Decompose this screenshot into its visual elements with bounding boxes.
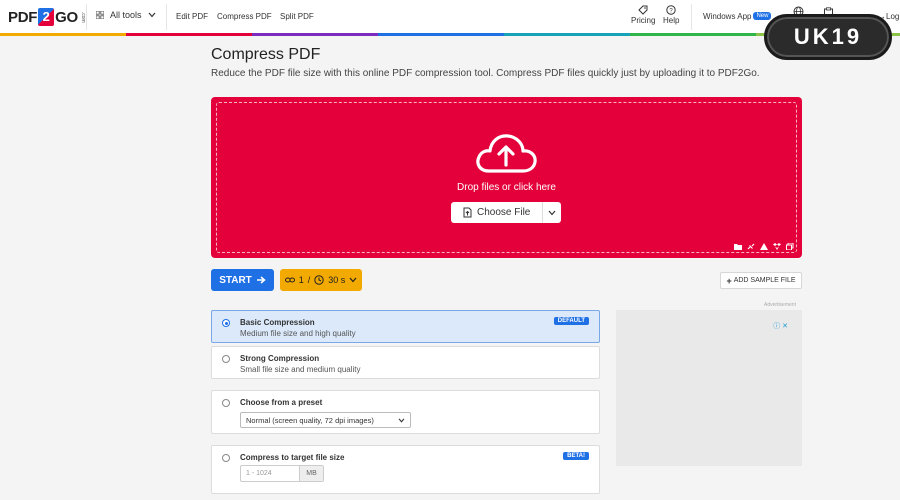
folder-icon[interactable] (734, 243, 742, 250)
add-sample-file-button[interactable]: + ADD SAMPLE FILE (720, 272, 802, 289)
nav-divider (86, 4, 87, 30)
beta-badge: BETA! (563, 452, 589, 460)
option-basic-compression[interactable]: Basic Compression Medium file size and h… (211, 310, 600, 343)
target-size-placeholder: 1 - 1024 (246, 470, 272, 477)
separator-slash: / (307, 275, 311, 285)
copy-icon[interactable] (786, 243, 794, 250)
ad-close-icon[interactable]: ⓘ ✕ (773, 321, 788, 331)
advertisement-label: Advertisement (764, 302, 796, 308)
pricing-label: Pricing (631, 16, 656, 25)
all-tools-dropdown[interactable]: All tools (96, 10, 156, 20)
option-title: Strong Compression (240, 354, 320, 363)
nav-divider (691, 4, 692, 30)
option-title: Basic Compression (240, 318, 315, 327)
logo-text-go: GO (55, 8, 78, 26)
file-drop-zone[interactable]: Drop files or click here Choose File (211, 97, 802, 258)
radio-basic-compression[interactable] (222, 319, 230, 327)
option-strong-compression[interactable]: Strong Compression Small file size and m… (211, 346, 600, 379)
add-sample-label: ADD SAMPLE FILE (733, 277, 796, 284)
option-preset[interactable]: Choose from a preset Normal (screen qual… (211, 390, 600, 434)
plus-icon: + (726, 275, 732, 286)
watermark-text: UK19 (793, 24, 863, 49)
choose-source-dropdown[interactable] (543, 202, 561, 223)
windows-app-link[interactable]: Windows App New (703, 12, 772, 21)
choose-file-label: Choose File (477, 207, 531, 218)
option-subtitle: Medium file size and high quality (240, 329, 356, 338)
chevron-down-icon (398, 417, 405, 423)
option-title: Choose from a preset (240, 398, 323, 407)
radio-preset[interactable] (222, 399, 230, 407)
radio-strong-compression[interactable] (222, 355, 230, 363)
target-size-unit: MB (299, 466, 323, 481)
link-icon[interactable] (747, 243, 755, 250)
drop-files-text: Drop files or click here (457, 182, 556, 193)
drop-zone-border (216, 102, 797, 253)
choose-file-main[interactable]: Choose File (451, 202, 543, 223)
radio-target-size[interactable] (222, 454, 230, 462)
time-limit-value: 30 s (328, 275, 346, 285)
upload-source-icons (734, 243, 794, 250)
option-subtitle: Small file size and medium quality (240, 365, 361, 374)
target-size-input[interactable]: 1 - 1024 MB (240, 465, 324, 482)
cloud-upload-icon (476, 134, 537, 173)
infinity-icon (284, 277, 295, 283)
grid-icon (96, 11, 104, 19)
nav-link-edit-pdf[interactable]: Edit PDF (176, 12, 208, 21)
help-icon: ? (666, 5, 676, 15)
windows-app-label: Windows App (703, 12, 752, 21)
nav-divider (166, 4, 167, 30)
page-title: Compress PDF (211, 46, 321, 63)
google-drive-icon[interactable] (760, 243, 768, 250)
help-label: Help (663, 16, 680, 25)
all-tools-label: All tools (110, 10, 142, 20)
preset-selected-value: Normal (screen quality, 72 dpi images) (246, 415, 374, 425)
option-target-size[interactable]: Compress to target file size BETA! 1 - 1… (211, 445, 600, 494)
option-title: Compress to target file size (240, 453, 345, 462)
start-label: START (219, 274, 252, 286)
file-limit-value: 1 (298, 275, 304, 285)
login-label: Log (886, 12, 900, 21)
help-link[interactable]: ? Help (663, 5, 679, 25)
logo-text-pdf: PDF (8, 8, 38, 26)
nav-link-compress-pdf[interactable]: Compress PDF (217, 12, 272, 21)
preset-select[interactable]: Normal (screen quality, 72 dpi images) (240, 412, 411, 428)
dropbox-icon[interactable] (773, 243, 781, 250)
pdf2go-logo[interactable]: PDF 2 GO .com (8, 8, 86, 26)
chevron-down-icon (148, 12, 155, 18)
file-limits-dropdown[interactable]: 1 / 30 s (280, 269, 362, 291)
logo-number: 2 (38, 8, 55, 26)
file-upload-icon (463, 207, 472, 218)
tag-icon (638, 5, 648, 15)
nav-link-split-pdf[interactable]: Split PDF (280, 12, 314, 21)
clock-icon (314, 275, 324, 285)
pricing-link[interactable]: Pricing (631, 5, 655, 25)
start-button[interactable]: START (211, 269, 274, 291)
default-badge: DEFAULT (553, 317, 589, 325)
choose-file-button[interactable]: Choose File (451, 202, 561, 223)
logo-domain: .com (79, 11, 86, 23)
arrow-right-icon (256, 276, 266, 284)
new-badge: New (753, 12, 772, 20)
chevron-down-icon (349, 277, 357, 283)
watermark-badge: UK19 (764, 14, 892, 60)
advertisement-box: ⓘ ✕ (616, 310, 802, 466)
page-description: Reduce the PDF file size with this onlin… (211, 68, 760, 79)
chevron-down-icon (548, 210, 556, 215)
